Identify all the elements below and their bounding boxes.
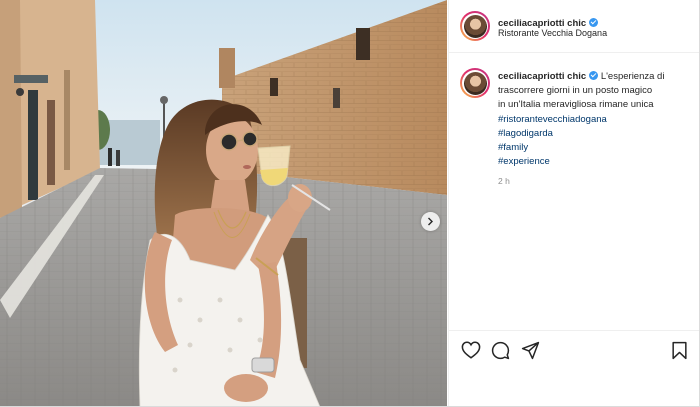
hashtag-link[interactable]: #lagodigarda [498, 127, 688, 141]
chevron-right-icon [428, 217, 433, 226]
next-image-button[interactable] [421, 212, 440, 231]
comment-icon[interactable] [491, 341, 510, 360]
post-caption: ceciliacapriotti chic L'esperienza di tr… [498, 70, 688, 169]
post-header: ceciliacapriotti chic Ristorante Vecchia… [449, 0, 699, 53]
verified-badge-icon [589, 18, 599, 27]
caption-text-line: trascorrere giorni in un posto magico [498, 85, 653, 97]
post-timestamp[interactable]: 2 h [498, 176, 510, 186]
action-bar [449, 330, 699, 406]
caption-text-line: L'esperienza di [600, 71, 665, 82]
post-side-panel: ceciliacapriotti chic Ristorante Vecchia… [448, 0, 699, 406]
hashtag-link[interactable]: #experience [498, 155, 688, 169]
avatar-image [463, 14, 487, 38]
avatar[interactable] [460, 11, 490, 41]
location-link[interactable]: Ristorante Vecchia Dogana [498, 28, 607, 38]
caption-avatar[interactable] [460, 68, 490, 98]
post-image [0, 0, 447, 406]
paper-plane-icon[interactable] [521, 341, 540, 360]
post-photo[interactable] [0, 0, 447, 406]
verified-badge-icon [589, 71, 599, 80]
caption-username-link[interactable]: ceciliacapriotti chic [498, 71, 586, 82]
heart-icon[interactable] [461, 341, 481, 359]
hashtag-link[interactable]: #family [498, 141, 688, 155]
hashtag-link[interactable]: #ristorantevecchiadogana [498, 113, 688, 127]
bookmark-icon[interactable] [671, 341, 688, 360]
instagram-post-embed: ceciliacapriotti chic Ristorante Vecchia… [0, 0, 700, 407]
caption-text-line: in un'Italia meravigliosa rimane unica [498, 99, 654, 111]
avatar-image [463, 71, 487, 95]
